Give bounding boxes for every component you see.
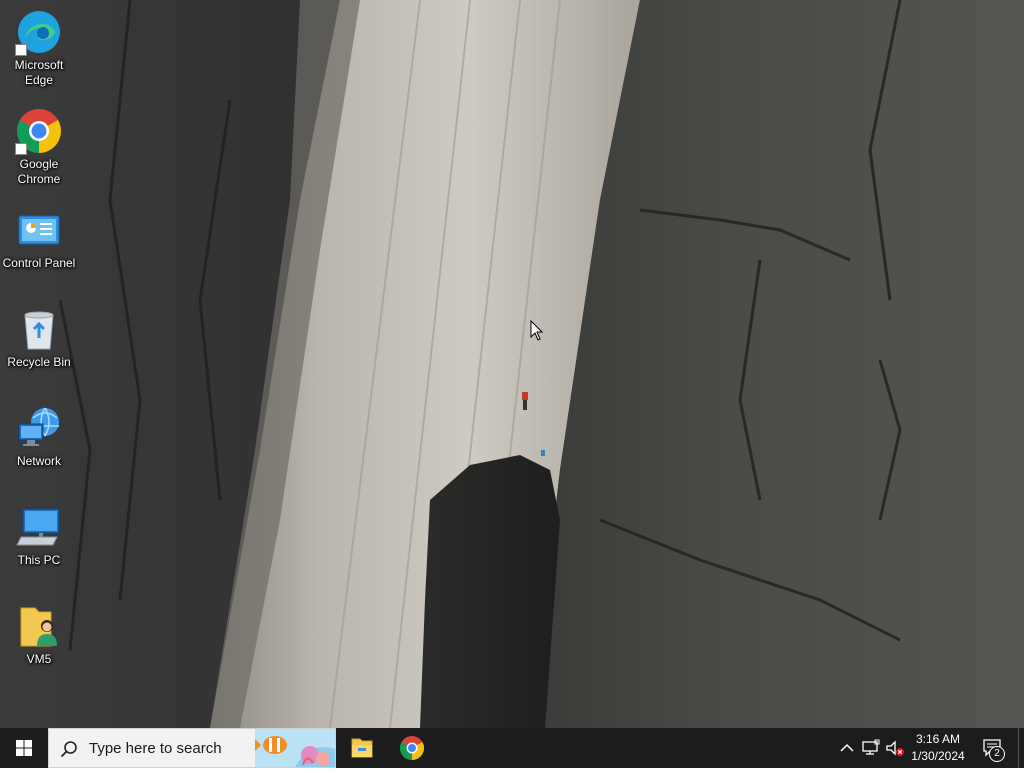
taskbar-app-file-explorer[interactable] — [338, 728, 386, 768]
desktop-icon-label: VM5 — [26, 652, 52, 666]
taskbar: Type here to search 3:16 AM 1/30/2024 2 — [0, 728, 1024, 768]
desktop-icon-label: Recycle Bin — [7, 355, 71, 369]
desktop-icon-this-pc[interactable]: This PC — [0, 499, 78, 595]
desktop-icon-network[interactable]: Network — [0, 400, 78, 496]
search-box[interactable]: Type here to search — [48, 728, 336, 768]
clock[interactable]: 3:16 AM 1/30/2024 — [908, 731, 968, 765]
desktop-icon-control-panel[interactable]: Control Panel — [0, 202, 78, 298]
this-pc-icon — [15, 503, 63, 551]
chrome-icon — [15, 107, 63, 155]
network-tray-icon[interactable] — [861, 738, 881, 758]
user-folder-icon — [15, 602, 63, 650]
file-explorer-icon — [351, 738, 373, 758]
desktop[interactable]: Microsoft Edge Google Chrome Control Pan… — [0, 0, 1024, 728]
volume-muted-icon[interactable] — [885, 738, 905, 758]
recycle-bin-icon — [15, 305, 63, 353]
chrome-icon — [399, 736, 425, 760]
shortcut-arrow-icon — [15, 143, 27, 155]
desktop-icon-chrome[interactable]: Google Chrome — [0, 103, 78, 199]
desktop-icon-label: Microsoft Edge — [14, 58, 64, 87]
desktop-icon-vm5[interactable]: VM5 — [0, 598, 78, 694]
taskbar-app-chrome[interactable] — [388, 728, 436, 768]
desktop-icon-label: Google Chrome — [17, 157, 61, 186]
network-icon — [15, 404, 63, 452]
notification-count-badge: 2 — [989, 746, 1005, 762]
desktop-icon-label: This PC — [17, 553, 61, 567]
desktop-icon-label: Control Panel — [2, 256, 76, 270]
search-highlight-image — [255, 729, 335, 767]
start-button[interactable] — [0, 728, 48, 768]
control-panel-icon — [15, 206, 63, 254]
desktop-icon-edge[interactable]: Microsoft Edge — [0, 4, 78, 100]
mouse-cursor-icon — [530, 320, 544, 341]
windows-logo-icon — [16, 740, 32, 756]
action-center-button[interactable]: 2 — [978, 728, 1008, 768]
desktop-icon-recycle-bin[interactable]: Recycle Bin — [0, 301, 78, 397]
shortcut-arrow-icon — [15, 44, 27, 56]
desktop-icon-label: Network — [16, 454, 61, 468]
edge-icon — [15, 8, 63, 56]
search-icon — [60, 741, 77, 758]
clock-date: 1/30/2024 — [911, 749, 965, 763]
clock-time: 3:16 AM — [915, 732, 961, 746]
chevron-up-icon[interactable] — [837, 738, 857, 758]
wallpaper — [0, 0, 1024, 728]
show-desktop-button[interactable] — [1018, 728, 1024, 768]
search-placeholder: Type here to search — [89, 740, 222, 757]
